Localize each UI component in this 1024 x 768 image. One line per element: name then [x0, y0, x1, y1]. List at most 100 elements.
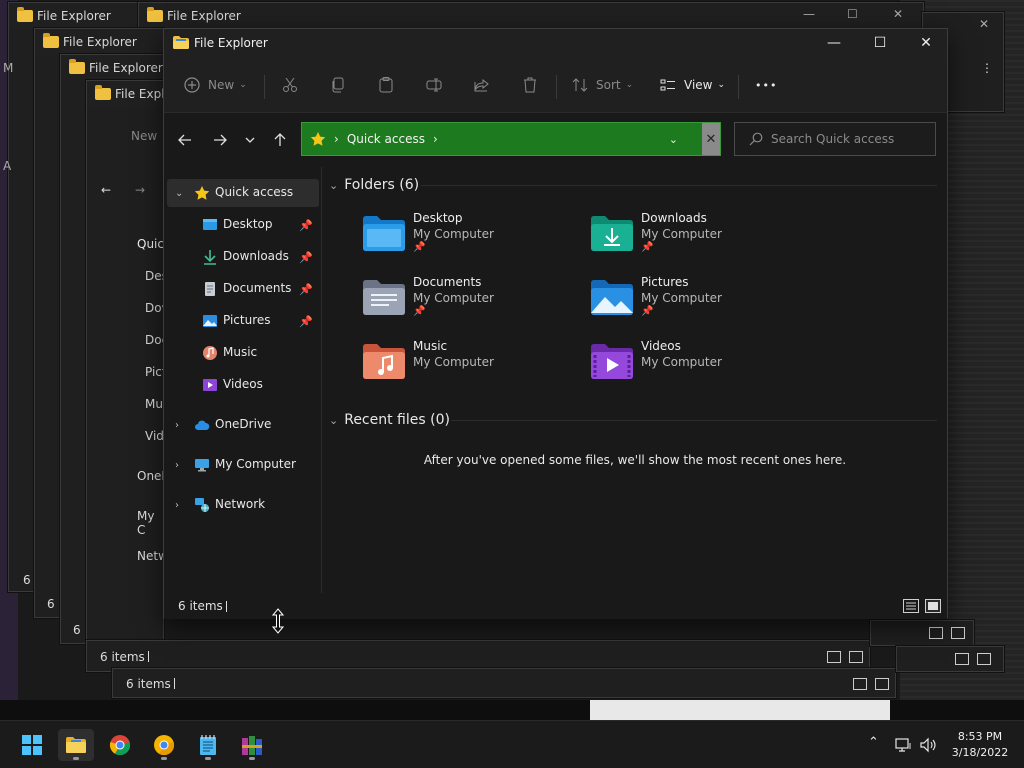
cut-button[interactable] — [282, 73, 298, 97]
toolbar-divider — [264, 75, 265, 99]
folder-tile-pictures[interactable]: Pictures My Computer 📌 — [589, 275, 809, 327]
back-button[interactable] — [173, 128, 197, 152]
sidebar-item-music[interactable]: Music — [167, 339, 319, 367]
address-bar[interactable]: › Quick access › ⌄ ✕ — [301, 122, 721, 156]
folder-icon — [43, 33, 59, 48]
tiles-view-button[interactable] — [925, 599, 941, 613]
trash-icon — [524, 77, 536, 93]
more-options-button[interactable]: ••• — [755, 73, 777, 97]
folder-location: My Computer — [413, 227, 494, 241]
minimize-button[interactable]: — — [811, 29, 857, 57]
sidebar-item-desktop[interactable]: Desktop 📌 — [167, 211, 319, 239]
taskbar-file-explorer[interactable] — [58, 729, 94, 761]
up-button[interactable] — [268, 128, 292, 152]
folder-name: Pictures — [641, 275, 689, 289]
breadcrumb-quick-access[interactable]: Quick access — [347, 132, 425, 146]
pin-icon[interactable]: 📌 — [299, 283, 313, 296]
folder-location: My Computer — [641, 355, 722, 369]
system-clock[interactable]: 8:53 PM 3/18/2022 — [944, 729, 1016, 761]
sidebar-item-onedrive[interactable]: › OneDrive — [167, 411, 319, 439]
folder-tile-documents[interactable]: Documents My Computer 📌 — [361, 275, 581, 327]
new-button[interactable]: New ⌄ — [184, 73, 247, 97]
address-history-dropdown[interactable]: ⌄ — [669, 133, 678, 146]
folder-name: Desktop — [413, 211, 463, 225]
taskbar-winrar[interactable] — [234, 729, 270, 761]
start-button[interactable] — [14, 729, 50, 761]
ghost-titlebar: File Explo — [87, 81, 172, 107]
paste-button[interactable] — [378, 73, 394, 97]
chevron-down-icon: ⌄ — [717, 80, 726, 90]
close-icon: ✕ — [979, 17, 990, 31]
chevron-down-icon[interactable]: ⌄ — [329, 414, 338, 427]
file-explorer-window: File Explorer — ☐ ✕ New ⌄ Sort ⌄ View ⌄ … — [163, 28, 948, 619]
content-pane: ⌄ Folders (6) Desktop My Computer 📌 Down… — [323, 167, 947, 593]
folder-tile-videos[interactable]: Videos My Computer — [589, 339, 809, 391]
pin-icon[interactable]: 📌 — [299, 315, 313, 328]
recent-files-empty-message: After you've opened some files, we'll sh… — [423, 453, 847, 467]
chevron-down-icon[interactable]: ⌄ — [329, 179, 338, 192]
folder-icon — [69, 59, 85, 74]
details-view-button[interactable] — [903, 599, 919, 613]
close-icon: ✕ — [705, 131, 717, 147]
network-status-icon[interactable] — [895, 737, 913, 753]
chevron-right-icon[interactable]: › — [175, 500, 179, 511]
folder-tile-music[interactable]: Music My Computer — [361, 339, 581, 391]
sort-button[interactable]: Sort ⌄ — [572, 73, 633, 97]
sidebar-label: Quick access — [215, 185, 294, 199]
delete-button[interactable] — [522, 73, 538, 97]
ghost-status-separator — [148, 651, 149, 662]
view-button[interactable]: View ⌄ — [660, 73, 725, 97]
sidebar-item-my-computer[interactable]: › My Computer — [167, 451, 319, 479]
taskbar-chrome-canary[interactable] — [146, 729, 182, 761]
folder-location: My Computer — [641, 227, 722, 241]
sidebar-item-documents[interactable]: Documents 📌 — [167, 275, 319, 303]
search-input[interactable] — [771, 132, 921, 146]
section-divider — [421, 185, 937, 186]
copy-button[interactable] — [330, 73, 346, 97]
sidebar-item-network[interactable]: › Network — [167, 491, 319, 519]
pin-icon: 📌 — [413, 242, 426, 253]
rename-button[interactable] — [426, 73, 442, 97]
taskbar-chrome[interactable] — [102, 729, 138, 761]
sidebar-label: Downloads — [223, 249, 289, 263]
folders-section-header[interactable]: ⌄ Folders (6) — [329, 177, 419, 193]
download-icon — [204, 250, 216, 265]
sidebar-item-quick-access[interactable]: ⌄ Quick access — [167, 179, 319, 207]
pin-icon[interactable]: 📌 — [299, 251, 313, 264]
taskbar-notepad[interactable] — [190, 729, 226, 761]
pin-icon[interactable]: 📌 — [299, 219, 313, 232]
sidebar-label: My Computer — [215, 457, 296, 471]
chevron-down-icon[interactable]: ⌄ — [175, 188, 183, 199]
sidebar-item-downloads[interactable]: Downloads 📌 — [167, 243, 319, 271]
chevron-right-icon[interactable]: › — [175, 420, 179, 431]
sidebar-item-videos[interactable]: Videos — [167, 371, 319, 399]
computer-icon — [195, 459, 209, 472]
breadcrumb-chevron-icon[interactable]: › — [433, 132, 438, 146]
show-hidden-icons-chevron-up-icon[interactable]: ⌃ — [868, 735, 879, 750]
picture-icon — [203, 315, 217, 327]
navigation-pane: ⌄ Quick access Desktop 📌 Downloads 📌 Doc… — [164, 167, 322, 593]
maximize-button[interactable]: ☐ — [857, 29, 903, 57]
sidebar-item-pictures[interactable]: Pictures 📌 — [167, 307, 319, 335]
close-button[interactable]: ✕ — [903, 29, 949, 57]
more-icon: ⋮ — [981, 61, 993, 75]
window-title: File Explorer — [194, 36, 268, 50]
volume-icon[interactable] — [919, 737, 937, 753]
ghost-title: File Explorer — [89, 61, 163, 75]
address-clear-button[interactable]: ✕ — [702, 123, 720, 155]
sidebar-label: Pictures — [223, 313, 271, 327]
share-button[interactable] — [474, 73, 490, 97]
recent-locations-button[interactable] — [238, 128, 262, 152]
sort-label: Sort — [596, 78, 621, 92]
tiles-view-icon — [951, 627, 965, 639]
folder-tile-downloads[interactable]: Downloads My Computer 📌 — [589, 211, 809, 263]
folder-tile-desktop[interactable]: Desktop My Computer 📌 — [361, 211, 581, 263]
minimize-icon: — — [827, 35, 841, 51]
pictures-folder-icon — [591, 280, 633, 315]
video-icon — [203, 379, 217, 391]
chevron-right-icon[interactable]: › — [175, 460, 179, 471]
title-bar[interactable]: File Explorer — ☐ ✕ — [164, 29, 947, 57]
search-box[interactable] — [734, 122, 936, 156]
recent-files-section-header[interactable]: ⌄ Recent files (0) — [329, 412, 450, 428]
forward-button[interactable] — [208, 128, 232, 152]
